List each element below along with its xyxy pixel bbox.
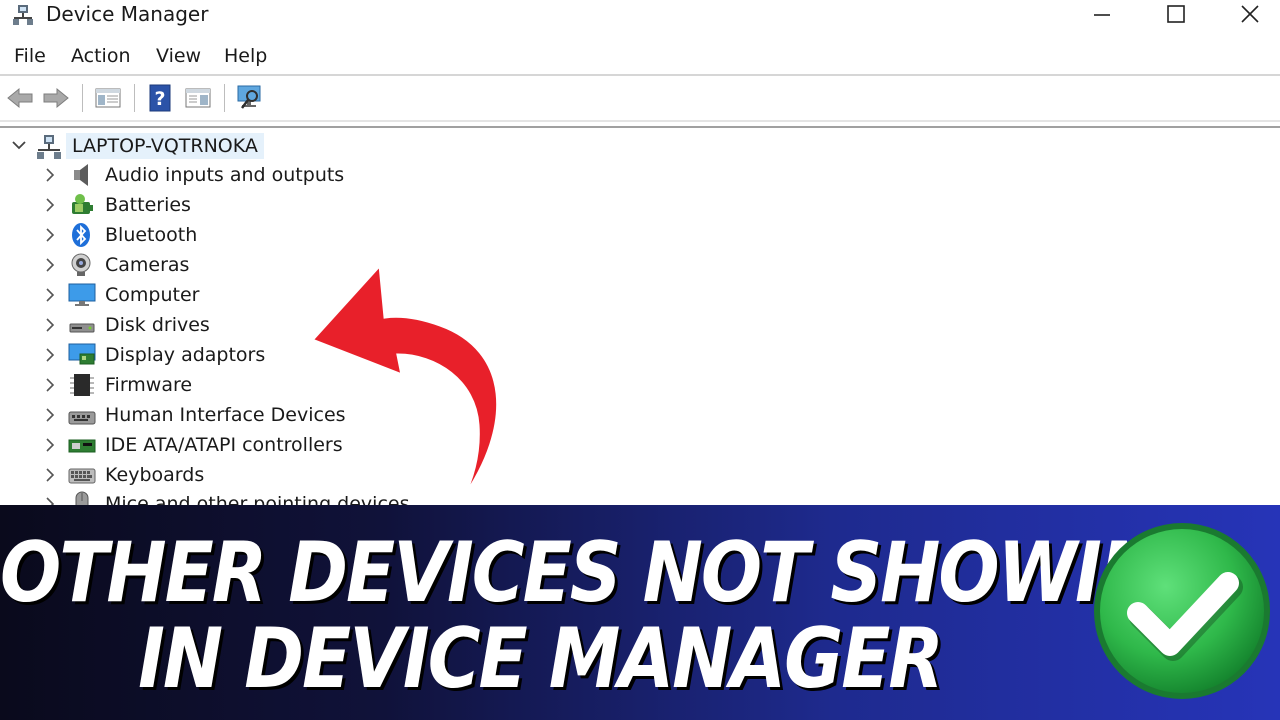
- close-icon: [1241, 5, 1259, 23]
- forward-arrow-icon: [43, 87, 69, 109]
- tree-item-label: Cameras: [105, 254, 190, 276]
- chevron-down-icon[interactable]: [10, 136, 28, 154]
- device-manager-icon: [13, 5, 33, 25]
- scan-hardware-button[interactable]: [234, 82, 266, 114]
- tree-item-label: Display adaptors: [105, 344, 266, 366]
- thumbnail-banner: OTHER DEVICES NOT SHOWING IN DEVICE MANA…: [0, 505, 1280, 720]
- tree-root-computer[interactable]: LAPTOP-VQTRNOKA: [0, 132, 600, 160]
- speaker-icon: [74, 164, 88, 186]
- maximize-button[interactable]: [1140, 0, 1212, 28]
- menu-bar: File Action View Help: [0, 42, 1280, 70]
- firmware-icon: [70, 374, 94, 396]
- bluetooth-icon: [72, 223, 90, 247]
- toolbar-separator: [134, 84, 135, 112]
- banner-title-line-2: IN DEVICE MANAGER: [138, 609, 944, 707]
- chevron-right-icon[interactable]: [42, 197, 58, 213]
- tree-item-label: Audio inputs and outputs: [105, 164, 345, 186]
- close-button[interactable]: [1214, 0, 1280, 28]
- toolbar-separator: [82, 84, 83, 112]
- menu-view[interactable]: View: [156, 42, 201, 70]
- monitor-icon: [68, 283, 96, 306]
- tree-item-bluetooth[interactable]: Bluetooth: [0, 221, 600, 249]
- chevron-right-icon[interactable]: [42, 317, 58, 333]
- toolbar: ?: [0, 78, 1280, 118]
- chevron-right-icon[interactable]: [42, 437, 58, 453]
- green-checkmark-icon: [1094, 523, 1270, 699]
- computer-network-icon: [37, 135, 61, 159]
- display-adapter-icon: [68, 343, 96, 365]
- menu-help[interactable]: Help: [224, 42, 267, 70]
- tree-item-label: Firmware: [105, 374, 193, 396]
- properties-icon: [185, 88, 211, 108]
- toolbar-separator: [224, 84, 225, 112]
- back-arrow-icon: [7, 87, 33, 109]
- red-curved-arrow-icon: [309, 261, 500, 501]
- disk-drive-icon: [69, 323, 95, 333]
- chevron-right-icon[interactable]: [42, 227, 58, 243]
- tree-item-label: Bluetooth: [105, 224, 198, 246]
- tree-item-label: Keyboards: [105, 464, 205, 486]
- root-computer-label: LAPTOP-VQTRNOKA: [66, 133, 264, 159]
- maximize-icon: [1167, 5, 1185, 23]
- camera-icon: [71, 253, 91, 276]
- help-button[interactable]: ?: [144, 82, 176, 114]
- toolbar-divider: [0, 120, 1280, 122]
- minimize-button[interactable]: [1066, 0, 1138, 28]
- chevron-right-icon[interactable]: [42, 467, 58, 483]
- tree-item-label: Disk drives: [105, 314, 210, 336]
- menu-action[interactable]: Action: [71, 42, 131, 70]
- chevron-right-icon[interactable]: [42, 347, 58, 363]
- chevron-right-icon[interactable]: [42, 407, 58, 423]
- back-button[interactable]: [4, 82, 36, 114]
- tree-item-label: Computer: [105, 284, 200, 306]
- menu-file[interactable]: File: [14, 42, 46, 70]
- ide-controller-icon: [68, 439, 96, 453]
- scan-monitor-icon: [237, 85, 261, 109]
- title-bar: Device Manager: [0, 0, 1280, 30]
- menu-divider: [0, 74, 1280, 76]
- properties-button[interactable]: [182, 82, 214, 114]
- tree-item-audio[interactable]: Audio inputs and outputs: [0, 161, 600, 189]
- svg-text:?: ?: [154, 88, 165, 110]
- tree-item-label: Batteries: [105, 194, 191, 216]
- tree-item-batteries[interactable]: Batteries: [0, 191, 600, 219]
- battery-icon: [72, 194, 93, 214]
- window-title: Device Manager: [46, 2, 209, 26]
- forward-button[interactable]: [40, 82, 72, 114]
- chevron-right-icon[interactable]: [42, 377, 58, 393]
- chevron-right-icon[interactable]: [42, 287, 58, 303]
- chevron-right-icon[interactable]: [42, 167, 58, 183]
- chevron-right-icon[interactable]: [42, 257, 58, 273]
- console-tree-icon: [95, 88, 121, 108]
- hid-icon: [68, 411, 96, 425]
- help-icon: ?: [149, 84, 171, 112]
- keyboard-icon: [68, 468, 96, 484]
- device-tree: LAPTOP-VQTRNOKA Audio inputs and outputs…: [0, 126, 1280, 515]
- minimize-icon: [1094, 14, 1110, 16]
- show-hide-console-tree-button[interactable]: [92, 82, 124, 114]
